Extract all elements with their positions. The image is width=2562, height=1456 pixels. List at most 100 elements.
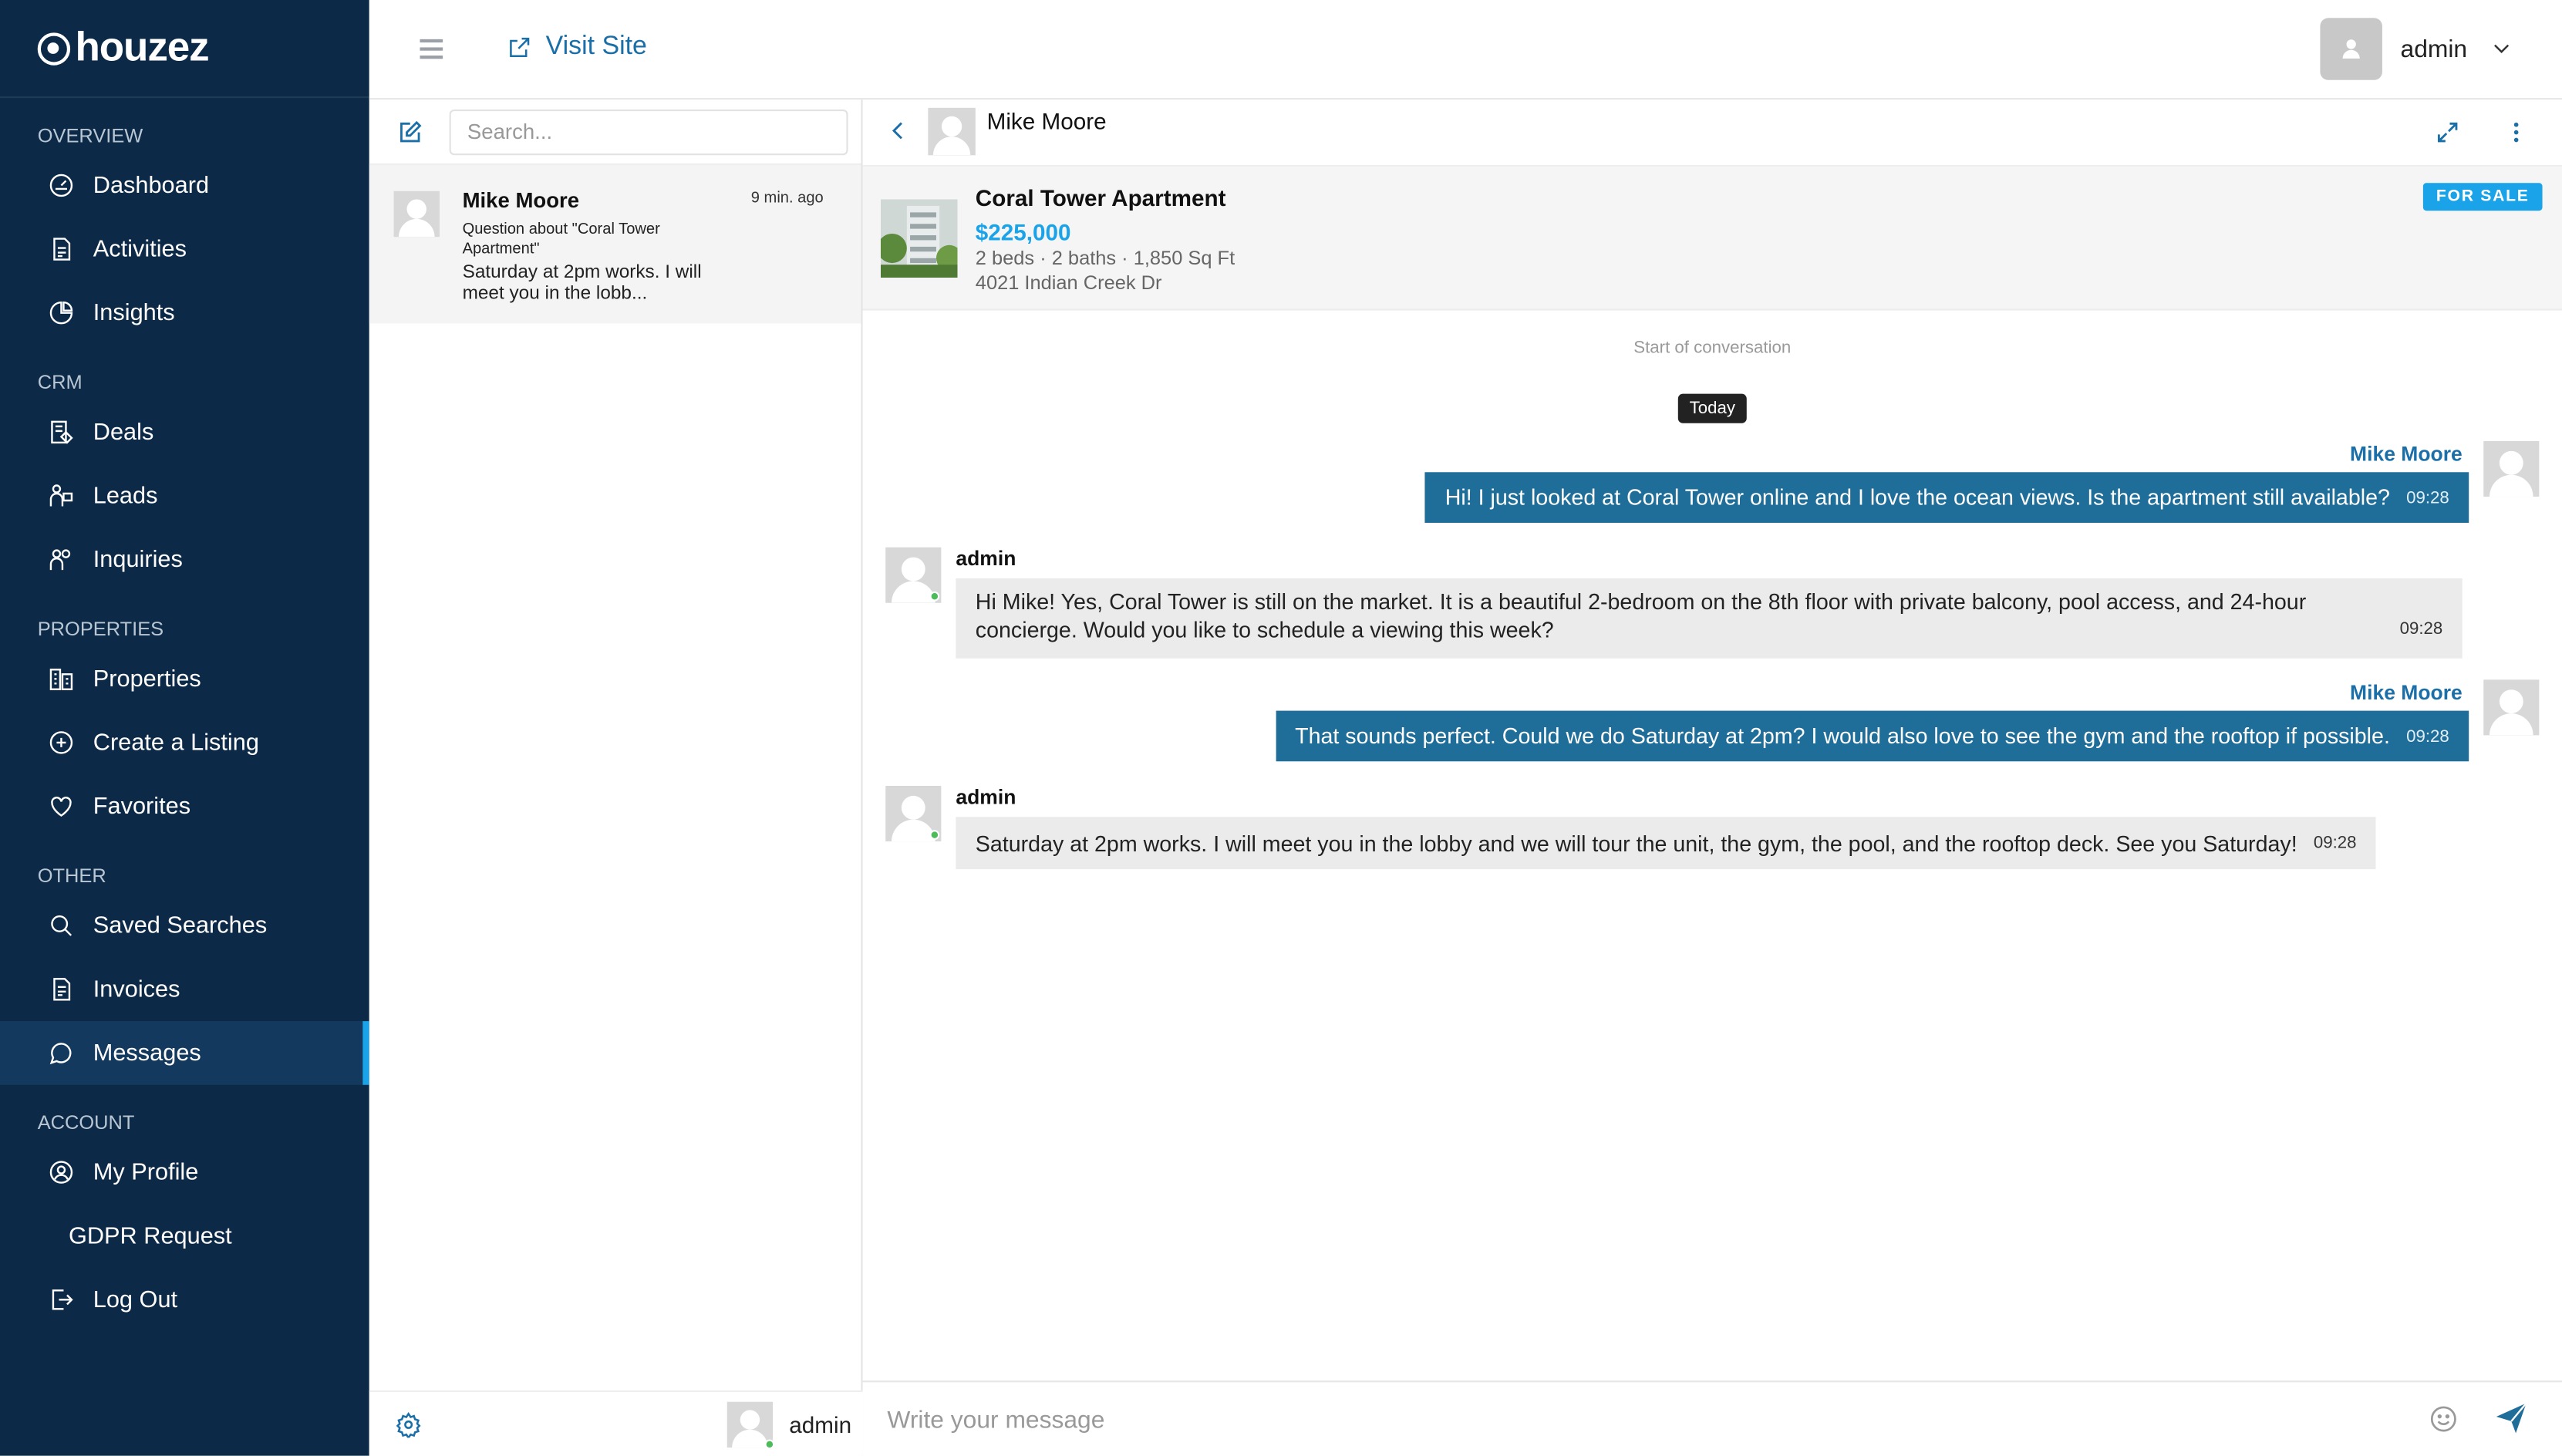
sidebar-item-inquiries[interactable]: Inquiries: [0, 527, 369, 592]
brand-name: houzez: [75, 24, 209, 71]
chat-contact-name: Mike Moore: [986, 107, 1107, 134]
sidebar-item-label: Leads: [93, 483, 158, 509]
app-root: houzez OVERVIEW Dashboard Activities Ins…: [0, 0, 2562, 1456]
message-sender: Mike Moore: [2350, 443, 2463, 466]
message-time: 09:28: [2406, 487, 2449, 507]
avatar: [2483, 679, 2540, 736]
property-meta: 2 beds · 2 baths · 1,850 Sq Ft: [975, 246, 1235, 270]
conversation-item[interactable]: Mike Moore 9 min. ago Question about "Co…: [369, 164, 861, 324]
chat-panel: Mike Moore Coral Tower Apartment $225,00…: [862, 99, 2562, 1456]
invoice-icon: [46, 975, 75, 1004]
leads-icon: [46, 481, 75, 511]
message-bubble-outgoing: Hi! I just looked at Coral Tower online …: [1425, 472, 2469, 523]
inquiries-icon: [46, 545, 75, 575]
status-badge: FOR SALE: [2422, 183, 2543, 211]
plus-circle-icon: [46, 728, 75, 757]
sidebar-section-crm: CRM: [37, 370, 83, 394]
message-bubble-outgoing: That sounds perfect. Could we do Saturda…: [1275, 710, 2469, 762]
avatar: [2483, 441, 2540, 497]
sidebar-item-favorites[interactable]: Favorites: [0, 774, 369, 838]
visit-site-link[interactable]: Visit Site: [507, 32, 647, 62]
insights-icon: [46, 298, 75, 328]
property-price: $225,000: [975, 218, 1071, 245]
sidebar-item-create-listing[interactable]: Create a Listing: [0, 711, 369, 775]
property-card[interactable]: Coral Tower Apartment $225,000 2 beds · …: [862, 167, 2562, 311]
online-status-dot: [929, 591, 940, 602]
visit-site-label: Visit Site: [545, 32, 647, 61]
deals-icon: [46, 417, 75, 447]
chevron-left-icon[interactable]: [887, 120, 910, 143]
message-time: 09:28: [2313, 832, 2357, 852]
sidebar-item-label: Saved Searches: [93, 912, 268, 939]
sidebar-item-label: Insights: [93, 299, 175, 326]
conversation-toolbar: [369, 99, 861, 165]
sidebar-item-my-profile[interactable]: My Profile: [0, 1141, 369, 1205]
sidebar-section-overview: OVERVIEW: [37, 124, 143, 147]
sidebar-item-log-out[interactable]: Log Out: [0, 1268, 369, 1332]
dashboard-icon: [46, 170, 75, 200]
gear-icon[interactable]: [396, 1411, 422, 1438]
sidebar-item-gdpr-request[interactable]: GDPR Request: [0, 1204, 369, 1268]
expand-icon[interactable]: [2435, 120, 2461, 146]
chat-bubble-icon: [46, 1038, 75, 1067]
message-time: 09:28: [2399, 618, 2443, 639]
sidebar-item-label: Inquiries: [93, 546, 183, 573]
properties-icon: [46, 664, 75, 693]
conversation-list: Mike Moore 9 min. ago Question about "Co…: [369, 99, 863, 1456]
sidebar-item-invoices[interactable]: Invoices: [0, 957, 369, 1021]
sidebar-item-label: Properties: [93, 666, 201, 693]
sidebar-item-dashboard[interactable]: Dashboard: [0, 153, 369, 217]
sidebar-item-label: Log Out: [93, 1286, 178, 1313]
property-thumbnail: [880, 199, 958, 278]
message-sender: admin: [956, 547, 1016, 571]
avatar: [2320, 18, 2383, 80]
brand-logo[interactable]: houzez: [0, 0, 369, 99]
activities-icon: [46, 234, 75, 264]
message-bubble-incoming: Saturday at 2pm works. I will meet you i…: [956, 817, 2376, 870]
emoji-icon[interactable]: [2428, 1404, 2459, 1434]
message-sender: Mike Moore: [2350, 681, 2463, 705]
conversation-subject: Question about "Coral Tower Apartment": [462, 221, 660, 258]
logo-mark-icon: [37, 32, 71, 65]
sidebar-item-properties[interactable]: Properties: [0, 647, 369, 711]
online-status-dot: [929, 830, 940, 840]
user-silhouette-icon: [2342, 39, 2361, 59]
sidebar-item-label: Dashboard: [93, 172, 210, 199]
compose-icon[interactable]: [397, 119, 423, 145]
profile-icon: [46, 1158, 75, 1187]
search-input[interactable]: [449, 108, 848, 155]
top-bar: Visit Site admin: [369, 0, 2562, 100]
chevron-down-icon: [2494, 44, 2510, 54]
heart-icon: [46, 791, 75, 821]
message-input[interactable]: [887, 1400, 2358, 1440]
sidebar-item-insights[interactable]: Insights: [0, 281, 369, 345]
footer-user-name: admin: [789, 1411, 852, 1438]
conversation-time: 9 min. ago: [750, 189, 824, 208]
menu-toggle-icon[interactable]: [420, 39, 443, 59]
message-composer: [862, 1380, 2562, 1456]
message-text: Saturday at 2pm works. I will meet you i…: [975, 831, 2297, 856]
send-icon[interactable]: [2493, 1400, 2530, 1437]
sidebar-item-label: GDPR Request: [68, 1222, 232, 1249]
sidebar-item-deals[interactable]: Deals: [0, 400, 369, 464]
conversation-preview: Saturday at 2pm works. I will meet you i…: [462, 263, 702, 305]
sidebar-item-leads[interactable]: Leads: [0, 464, 369, 528]
message-bubble-incoming: Hi Mike! Yes, Coral Tower is still on th…: [956, 578, 2463, 659]
sidebar-section-other: OTHER: [37, 864, 106, 888]
conversation-name: Mike Moore: [462, 187, 580, 213]
more-options-icon[interactable]: [2503, 120, 2530, 146]
sidebar-item-label: Create a Listing: [93, 729, 259, 756]
search-icon: [46, 911, 75, 940]
external-link-icon: [510, 37, 530, 58]
message-sender: admin: [956, 786, 1016, 809]
sidebar-item-activities[interactable]: Activities: [0, 217, 369, 281]
message-text: Hi! I just looked at Coral Tower online …: [1444, 485, 2390, 511]
sidebar-item-saved-searches[interactable]: Saved Searches: [0, 894, 369, 958]
user-menu[interactable]: admin: [2320, 18, 2513, 80]
message-text: Hi Mike! Yes, Coral Tower is still on th…: [975, 589, 2307, 642]
sidebar-item-messages[interactable]: Messages: [0, 1021, 369, 1085]
sidebar-item-label: Favorites: [93, 793, 191, 820]
chat-header: Mike Moore: [862, 99, 2562, 167]
avatar: [928, 107, 976, 156]
date-divider: Today: [1677, 393, 1747, 423]
